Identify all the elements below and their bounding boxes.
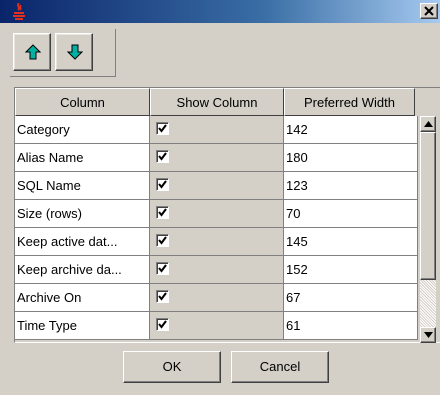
cell-preferred-width[interactable]: 67	[284, 284, 418, 312]
scroll-thumb[interactable]	[420, 132, 436, 280]
move-down-button[interactable]	[55, 33, 93, 71]
cell-column-name[interactable]: Archive On	[15, 284, 150, 312]
close-icon	[424, 6, 434, 16]
cell-show-column	[150, 312, 284, 340]
scroll-down-icon	[424, 332, 433, 338]
cancel-button[interactable]: Cancel	[231, 351, 329, 383]
arrow-up-icon	[25, 44, 41, 60]
cell-column-name[interactable]: SQL Name	[15, 172, 150, 200]
show-column-checkbox[interactable]	[156, 178, 169, 191]
cell-show-column	[150, 200, 284, 228]
cell-preferred-width[interactable]: 180	[284, 144, 418, 172]
cell-preferred-width[interactable]: 61	[284, 312, 418, 340]
ok-button[interactable]: OK	[123, 351, 221, 383]
header-show-column[interactable]: Show Column	[150, 88, 284, 116]
table-row[interactable]: Keep archive da... 152	[15, 256, 418, 284]
cell-show-column	[150, 228, 284, 256]
close-button[interactable]	[420, 3, 438, 19]
table-row[interactable]: Keep active dat... 145	[15, 228, 418, 256]
java-cup-icon	[12, 2, 26, 20]
scroll-up-icon	[424, 121, 433, 127]
cell-preferred-width[interactable]: 70	[284, 200, 418, 228]
checkmark-icon	[158, 292, 167, 301]
checkmark-icon	[158, 180, 167, 189]
cell-column-name[interactable]: Time Type	[15, 312, 150, 340]
cell-show-column	[150, 172, 284, 200]
show-column-checkbox[interactable]	[156, 290, 169, 303]
cell-show-column	[150, 116, 284, 144]
show-column-checkbox[interactable]	[156, 206, 169, 219]
cell-column-name[interactable]: Keep active dat...	[15, 228, 150, 256]
table-row[interactable]: Alias Name 180	[15, 144, 418, 172]
cell-preferred-width[interactable]: 152	[284, 256, 418, 284]
toolbar	[10, 29, 116, 77]
table-row[interactable]: Time Type 61	[15, 312, 418, 340]
move-up-button[interactable]	[13, 33, 51, 71]
checkmark-icon	[158, 208, 167, 217]
table-row[interactable]: Category 142	[15, 116, 418, 144]
cell-column-name[interactable]: Category	[15, 116, 150, 144]
cell-column-name[interactable]: Keep archive da...	[15, 256, 150, 284]
table-row[interactable]: Archive On 67	[15, 284, 418, 312]
show-column-checkbox[interactable]	[156, 122, 169, 135]
cell-preferred-width[interactable]: 145	[284, 228, 418, 256]
arrow-down-icon	[67, 44, 83, 60]
cell-column-name[interactable]: Size (rows)	[15, 200, 150, 228]
checkmark-icon	[158, 264, 167, 273]
show-column-checkbox[interactable]	[156, 318, 169, 331]
table-header: Column Show Column Preferred Width	[15, 88, 415, 116]
title-bar	[0, 0, 440, 23]
header-column[interactable]: Column	[15, 88, 150, 116]
scroll-track[interactable]	[420, 280, 436, 327]
checkmark-icon	[158, 236, 167, 245]
table-row[interactable]: SQL Name 123	[15, 172, 418, 200]
scroll-down-button[interactable]	[420, 327, 436, 343]
cell-column-name[interactable]: Alias Name	[15, 144, 150, 172]
cell-preferred-width[interactable]: 123	[284, 172, 418, 200]
cell-show-column	[150, 284, 284, 312]
scroll-up-button[interactable]	[420, 116, 436, 132]
cell-preferred-width[interactable]: 142	[284, 116, 418, 144]
show-column-checkbox[interactable]	[156, 150, 169, 163]
header-preferred-width[interactable]: Preferred Width	[284, 88, 415, 116]
table-row[interactable]: Size (rows) 70	[15, 200, 418, 228]
checkmark-icon	[158, 320, 167, 329]
cell-show-column	[150, 256, 284, 284]
cell-show-column	[150, 144, 284, 172]
vertical-scrollbar[interactable]	[420, 116, 436, 343]
show-column-checkbox[interactable]	[156, 262, 169, 275]
checkmark-icon	[158, 124, 167, 133]
columns-table: Column Show Column Preferred Width Categ…	[14, 87, 440, 343]
show-column-checkbox[interactable]	[156, 234, 169, 247]
checkmark-icon	[158, 152, 167, 161]
